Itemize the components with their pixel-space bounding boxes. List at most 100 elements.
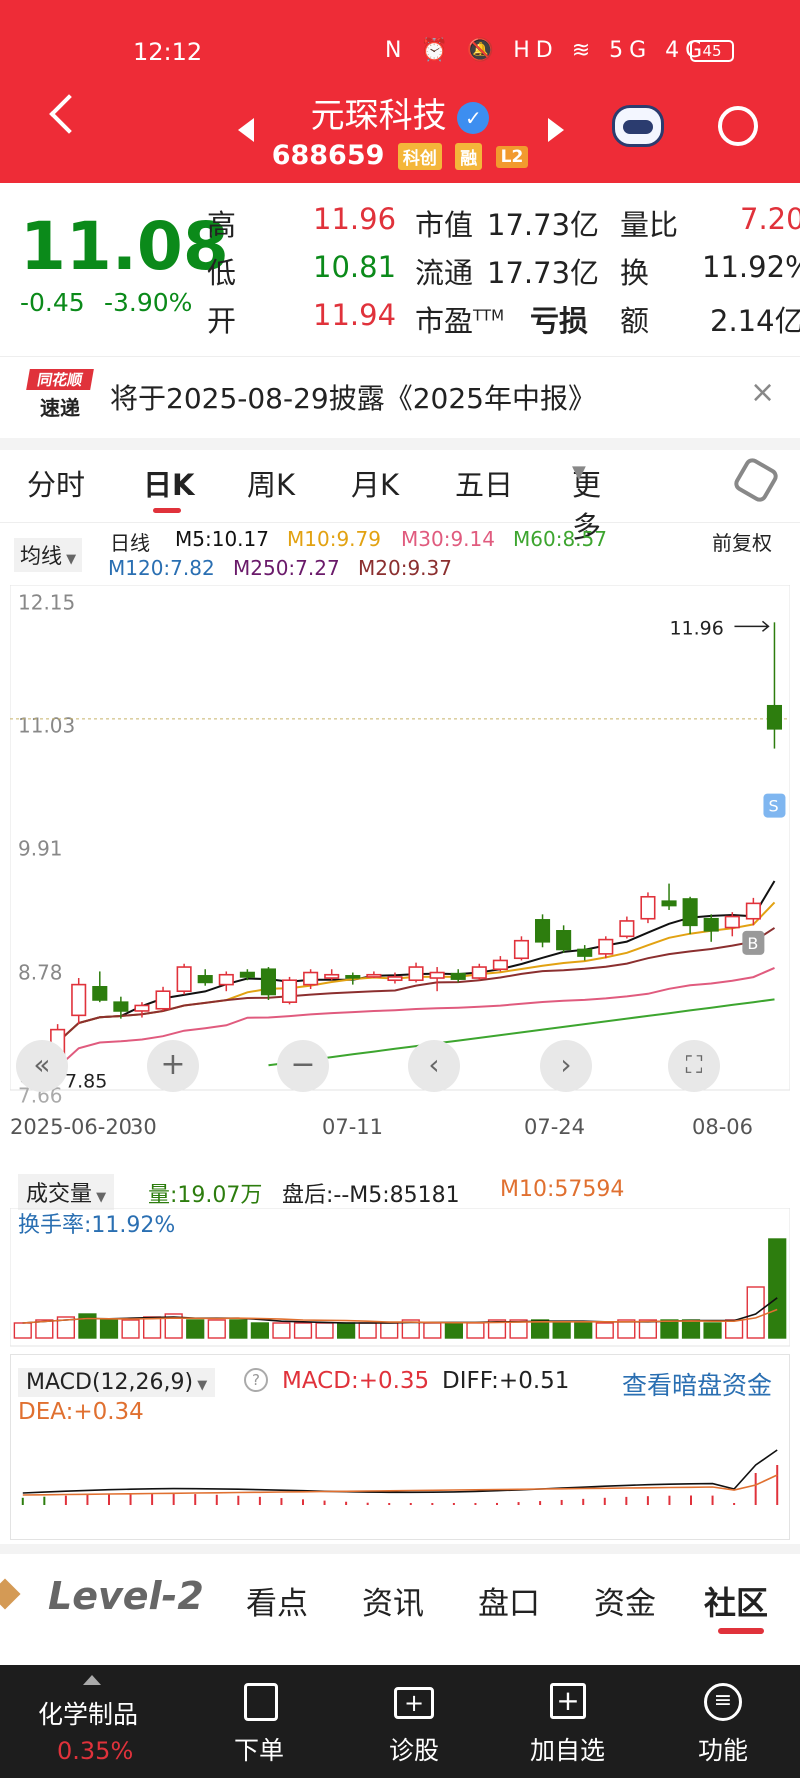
volume-selector[interactable]: 成交量 ▼ [18,1174,115,1210]
zoom-out-icon[interactable]: − [277,1040,329,1092]
tab-intraday[interactable]: 分时 [27,462,85,504]
volume-bar [681,1319,701,1339]
candle [387,976,403,982]
candle [640,895,656,920]
notice-bar[interactable]: 同花顺 速递 将于2025-08-29披露《2025年中报》 × [0,356,800,438]
price-change: -0.45 [20,288,85,317]
ma30: M30:9.14 [401,527,495,551]
candle [682,898,698,927]
candle [619,920,635,938]
search-icon[interactable] [718,106,758,146]
y-tick-label: 12.15 [18,590,75,614]
diagnose-button[interactable]: 诊股 [389,1731,439,1767]
volume-bar [574,1322,593,1339]
candle [113,1001,129,1012]
mcap-label: 市值 [415,208,474,242]
high-label: 高 [207,208,237,242]
menu-icon[interactable]: ≡ [704,1683,742,1721]
expand-up-icon[interactable] [83,1675,101,1685]
robot-assistant-icon[interactable] [612,105,664,147]
tab-highlights[interactable]: 看点 [246,1578,308,1623]
bottom-bar: 化学制品 0.35% 下单 + 诊股 + 加自选 ≡ 功能 [0,1665,800,1778]
volume-bar [595,1322,614,1339]
scroll-right-icon[interactable]: › [540,1040,592,1092]
stock-code: 688659 [271,140,385,171]
x-tick-label: 07-11 [322,1115,384,1139]
volume-bar [121,1319,140,1339]
candle [281,979,298,1003]
pe-label: 市盈TTM [415,304,505,338]
candle [197,975,213,984]
volume-bar [186,1319,205,1339]
tab-daily-k[interactable]: 日K [143,462,194,504]
candle [471,966,487,979]
ma20: M20:9.37 [358,556,452,580]
scroll-left-icon[interactable]: ‹ [408,1040,460,1092]
candle [598,938,614,955]
tab-orderbook[interactable]: 盘口 [478,1578,540,1623]
volume-bar [703,1322,722,1339]
tab-community[interactable]: 社区 [704,1578,768,1624]
tab-weekly-k[interactable]: 周K [247,462,295,504]
volume-bar [272,1322,291,1339]
settings-icon[interactable] [731,455,781,505]
candle [260,968,277,996]
notice-text: 将于2025-08-29披露《2025年中报》 [110,382,596,415]
volume-bar [13,1322,32,1339]
diff-value: DIFF:+0.51 [442,1368,570,1394]
fullscreen-icon[interactable]: ⛶ [668,1040,720,1092]
afterhours-value: 盘后:--M5:85181 [282,1183,460,1208]
volume-chart [10,1208,790,1347]
tab-monthly-k[interactable]: 月K [351,462,399,504]
tab-level2[interactable]: Level-2 [48,1574,204,1618]
tab-five-day[interactable]: 五日 [455,462,513,504]
divider [0,438,800,450]
candle [492,959,508,971]
chart-controls: « + − ‹ › ⛶ [0,1040,800,1100]
x-tick-label: 30 [130,1115,157,1139]
status-icons: N ⏰ 🔕 HD ≋ 5G 4G [385,38,709,63]
volume-bar [466,1322,485,1339]
ma-selector[interactable]: 均线 ▼ [14,538,83,572]
tag-margin: 融 [455,143,483,170]
sector-name[interactable]: 化学制品 [38,1695,138,1731]
float-label: 流通 [415,256,474,290]
x-tick-label: 2025-06-20 [10,1115,133,1139]
volume-bar [78,1313,97,1339]
candle [134,1004,150,1012]
low-label: 低 [207,256,237,290]
add-watchlist-icon[interactable]: + [550,1683,586,1719]
tab-funds[interactable]: 资金 [594,1578,656,1623]
tab-news[interactable]: 资讯 [362,1578,424,1623]
zoom-in-icon[interactable]: + [147,1040,199,1092]
add-watchlist-button[interactable]: 加自选 [530,1731,605,1767]
candle [345,975,361,979]
volume-bar [531,1319,550,1339]
volume-bar [99,1319,119,1339]
candle [176,966,192,992]
function-button[interactable]: 功能 [698,1731,748,1767]
stock-code-row: 688659 科创 融 L2 [0,140,800,171]
candle [450,972,466,980]
close-icon[interactable]: × [750,375,775,410]
chart-frame [10,585,790,1091]
ma10: M10:9.79 [287,527,381,551]
dark-pool-link[interactable]: 查看暗盘资金 [622,1366,772,1402]
stock-name-row: 元琛科技 ✓ [0,88,800,137]
rewind-icon[interactable]: « [16,1040,68,1092]
chevron-down-icon: ▼ [572,462,586,483]
diagnose-icon[interactable]: + [394,1687,434,1719]
mcap-value: 17.73亿 [487,208,600,242]
pe-value: 亏损 [530,304,589,338]
volume-bar [725,1319,744,1339]
macd-selector[interactable]: MACD(12,26,9) ▼ [18,1368,216,1397]
help-icon[interactable]: ? [244,1368,268,1392]
volume-bar [746,1286,765,1339]
order-icon[interactable] [244,1683,278,1721]
order-button[interactable]: 下单 [234,1731,284,1767]
battery-level: 45 [702,42,722,60]
next-stock-icon[interactable] [548,118,564,142]
adjust-type[interactable]: 前复权 [712,527,772,556]
volume-bar [293,1322,313,1339]
candlestick-chart[interactable]: 12.1511.039.918.7811.967.857.66SB [10,585,790,1105]
